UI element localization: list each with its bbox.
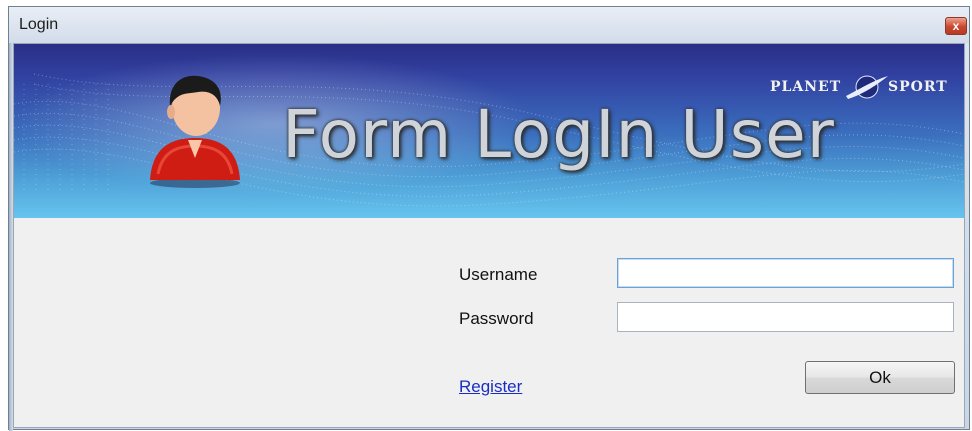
brand-name-left: PLANET <box>770 79 842 95</box>
header-banner: Form LogIn User PLANET SPORT <box>14 44 964 218</box>
dialog-client-area: Form LogIn User PLANET SPORT Username Pa… <box>13 43 965 428</box>
password-input[interactable] <box>617 302 954 332</box>
login-window: Login x Form LogIn User PLANET SPORT Use… <box>8 6 970 431</box>
planet-swoosh-icon <box>846 75 888 99</box>
close-button[interactable]: x <box>945 17 967 35</box>
ok-button[interactable]: Ok <box>805 361 955 394</box>
register-link[interactable]: Register <box>459 377 522 397</box>
username-label: Username <box>459 265 538 284</box>
title-bar[interactable]: Login x <box>9 7 969 43</box>
window-title: Login <box>19 16 59 33</box>
brand-name-right: SPORT <box>888 79 948 95</box>
brand-logo: PLANET SPORT <box>770 70 960 100</box>
user-avatar-icon <box>150 75 240 188</box>
username-input[interactable] <box>617 258 954 288</box>
banner-title: Form LogIn User <box>282 96 835 173</box>
password-label: Password <box>459 309 534 328</box>
